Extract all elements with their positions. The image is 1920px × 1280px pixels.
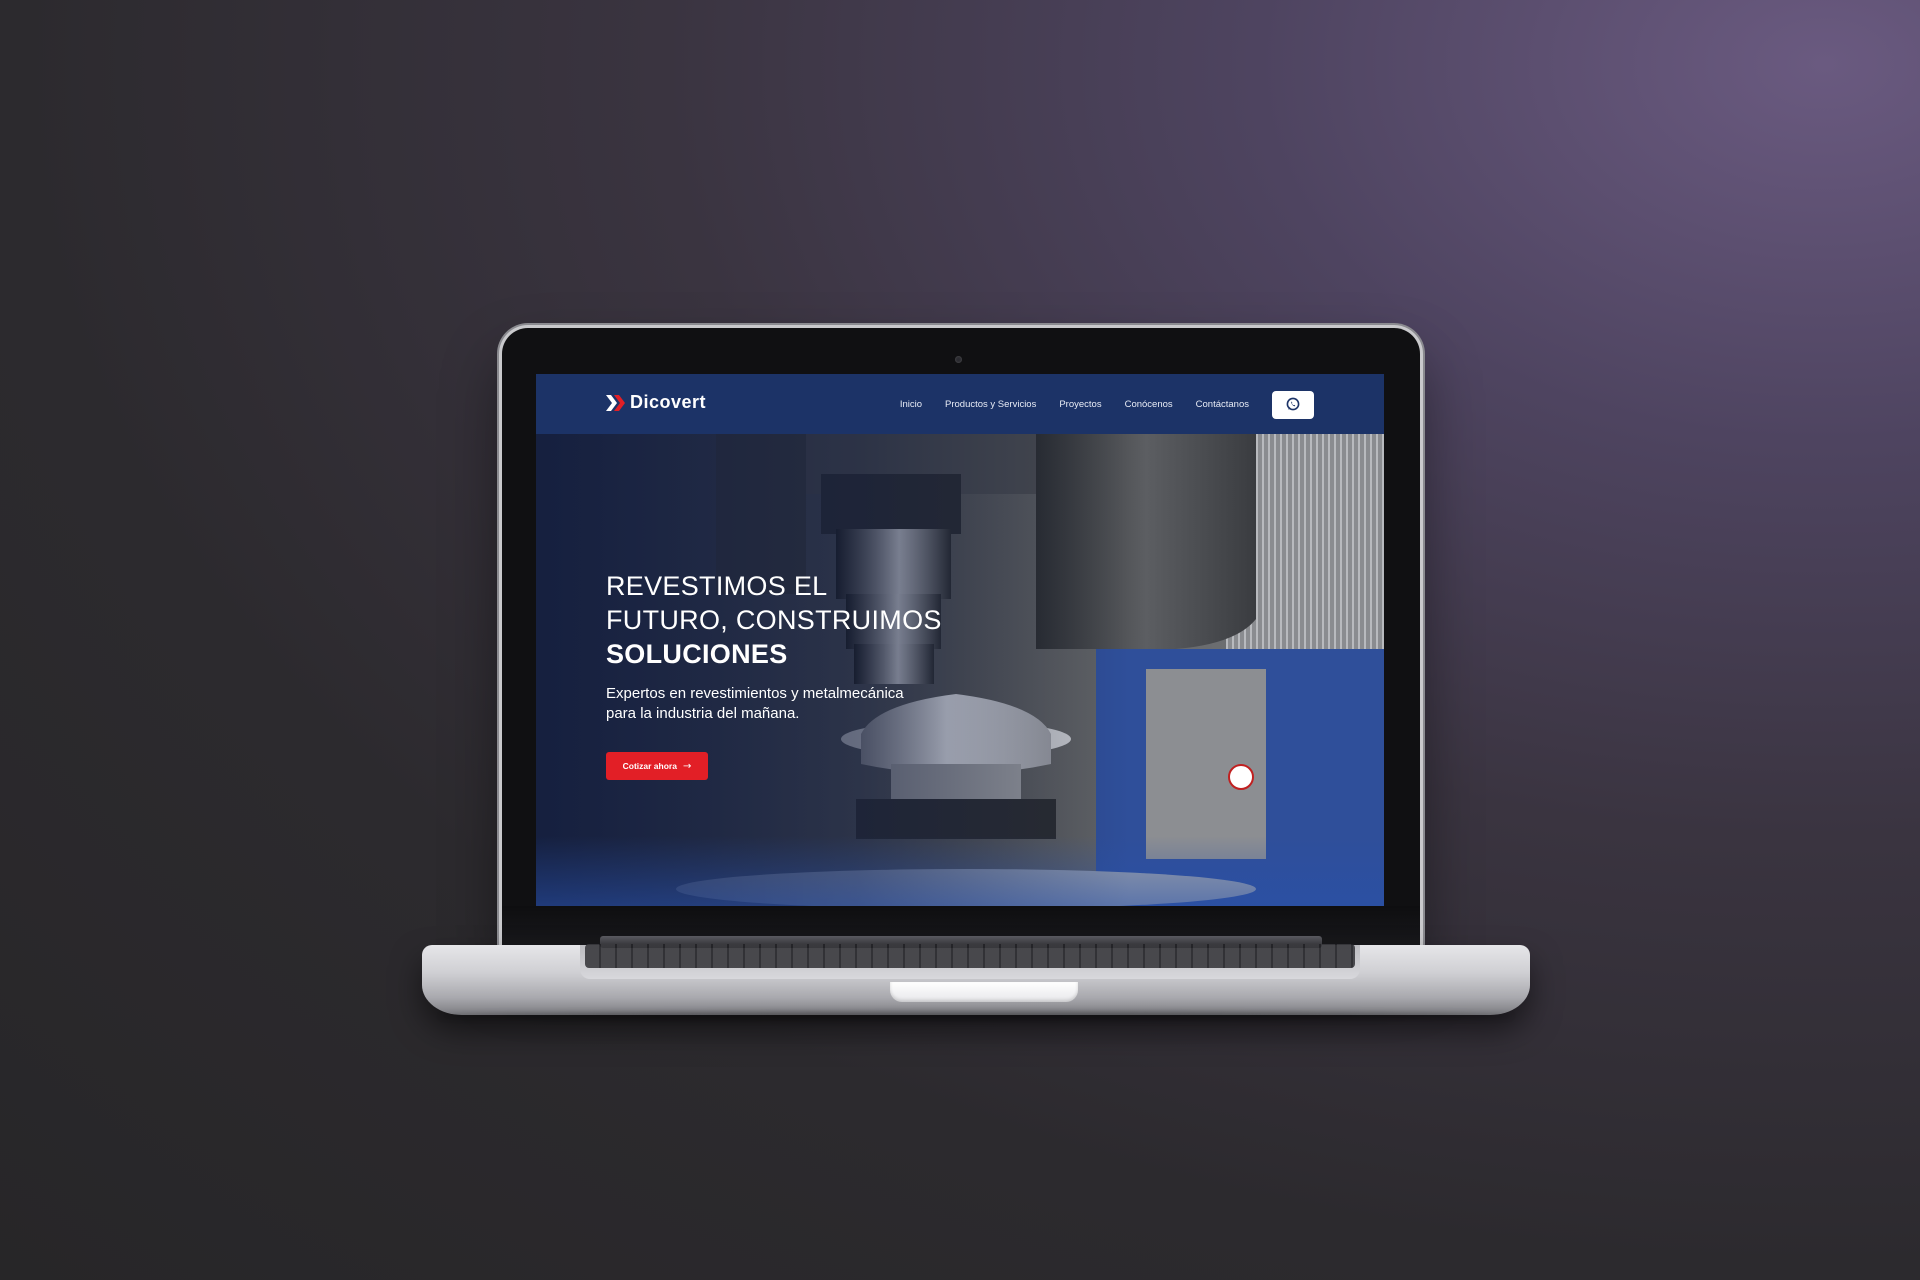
laptop-shadow bbox=[440, 1012, 1512, 1020]
nav-item-proyectos[interactable]: Proyectos bbox=[1059, 399, 1101, 410]
hero-bottom-fade bbox=[536, 836, 1384, 906]
brand-logo[interactable]: Dicovert bbox=[606, 392, 706, 413]
main-menu: Inicio Productos y Servicios Proyectos C… bbox=[877, 374, 1249, 434]
arrow-right-icon: → bbox=[682, 760, 692, 772]
brand-name: Dicovert bbox=[630, 392, 707, 412]
whatsapp-icon bbox=[1286, 396, 1300, 415]
nav-item-conocenos[interactable]: Conócenos bbox=[1125, 399, 1173, 410]
hero-title-line1: REVESTIMOS EL bbox=[606, 571, 828, 601]
quote-button-label: Cotizar ahora bbox=[622, 761, 677, 771]
hero-title-line2: FUTURO, CONSTRUIMOS bbox=[606, 605, 942, 635]
nav-item-contactanos[interactable]: Contáctanos bbox=[1196, 399, 1249, 410]
hero-subtitle-line1: Expertos en revestimientos y metalmecáni… bbox=[606, 685, 904, 702]
camera-icon bbox=[955, 356, 962, 363]
hero-section: REVESTIMOS EL FUTURO, CONSTRUIMOS SOLUCI… bbox=[536, 434, 1384, 906]
whatsapp-button[interactable] bbox=[1272, 391, 1314, 419]
laptop-screen: Dicovert Inicio Productos y Servicios Pr… bbox=[536, 374, 1384, 906]
nav-item-productos[interactable]: Productos y Servicios bbox=[945, 399, 1036, 410]
quote-button[interactable]: Cotizar ahora → bbox=[606, 752, 708, 780]
hero-subtitle: Expertos en revestimientos y metalmecáni… bbox=[606, 684, 936, 724]
hero-subtitle-line2: para la industria del mañana. bbox=[606, 705, 800, 722]
keyboard-edge bbox=[585, 944, 1355, 968]
site-header: Dicovert Inicio Productos y Servicios Pr… bbox=[536, 374, 1384, 434]
laptop-thumb-notch bbox=[890, 982, 1078, 1002]
hero-title-line3: SOLUCIONES bbox=[606, 639, 788, 669]
nav-item-inicio[interactable]: Inicio bbox=[900, 399, 922, 410]
logo-chevron-icon bbox=[606, 393, 628, 413]
hero-title: REVESTIMOS EL FUTURO, CONSTRUIMOS SOLUCI… bbox=[606, 569, 942, 671]
